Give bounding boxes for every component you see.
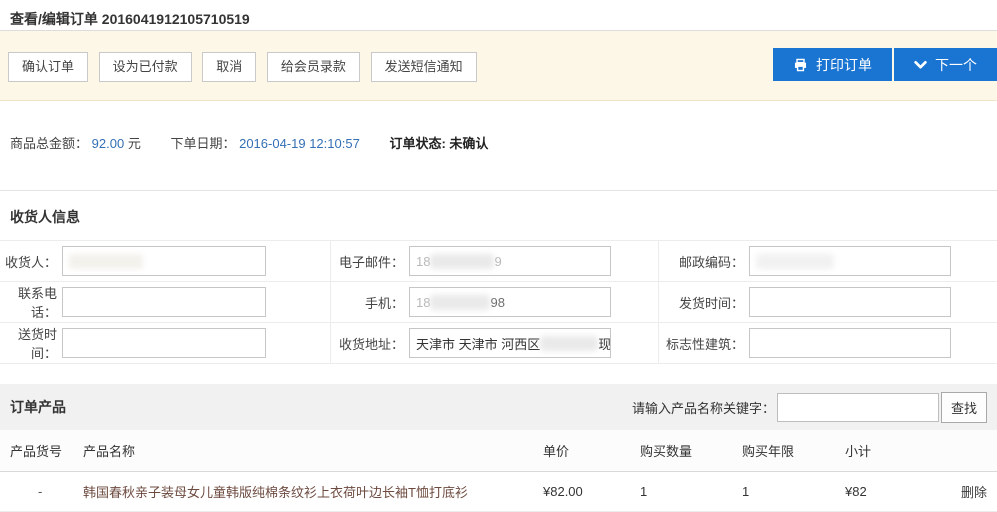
- product-search-bar: 请输入产品名称关键字： 查找: [632, 392, 987, 423]
- redacted-smudge: [540, 336, 598, 351]
- col-header-price: 单价: [543, 441, 640, 460]
- product-table-row: - 韩国春秋亲子装母女儿童韩版纯棉条纹衫上衣荷叶边长袖T恤打底衫 ¥82.00 …: [0, 472, 997, 512]
- product-price: ¥82.00: [543, 484, 640, 499]
- product-name-link[interactable]: 韩国春秋亲子装母女儿童韩版纯棉条纹衫上衣荷叶边长袖T恤打底衫: [83, 485, 468, 500]
- page-title: 查看/编辑订单 2016041912105710519: [10, 11, 250, 27]
- total-amount-unit: 元: [128, 136, 141, 151]
- print-order-button[interactable]: 打印订单: [773, 48, 892, 81]
- address-value-pre: 天津市 天津市 河西区: [416, 334, 540, 353]
- address-label: 收货地址：: [331, 334, 409, 353]
- product-search-input[interactable]: [777, 393, 939, 422]
- products-table: 产品货号 产品名称 单价 购买数量 购买年限 小计 - 韩国春秋亲子装母女儿童韩…: [0, 430, 997, 512]
- print-order-label: 打印订单: [816, 55, 872, 75]
- ship-time-label: 发货时间：: [659, 293, 749, 312]
- product-years: 1: [742, 484, 845, 499]
- redacted-smudge: [430, 254, 494, 269]
- consignee-form: 收货人： 电子邮件： 18 9 邮政编码：: [0, 240, 997, 364]
- mobile-input[interactable]: 18 98: [409, 287, 611, 317]
- phone-label: 联系电话：: [0, 283, 62, 321]
- set-paid-button[interactable]: 设为已付款: [99, 52, 192, 82]
- next-order-button[interactable]: 下一个: [894, 48, 997, 81]
- landmark-label: 标志性建筑：: [659, 334, 749, 353]
- send-sms-button[interactable]: 发送短信通知: [371, 52, 477, 82]
- consignee-name-label: 收货人：: [0, 252, 62, 271]
- chevron-down-icon: [914, 60, 927, 70]
- product-subtotal: ¥82: [845, 484, 945, 499]
- delivery-time-label: 送货时间：: [0, 324, 62, 362]
- printer-icon: [793, 58, 808, 72]
- postcode-label: 邮政编码：: [659, 252, 749, 271]
- ship-time-input[interactable]: [749, 287, 951, 317]
- consignee-section-header: 收货人信息: [0, 191, 997, 240]
- address-value-post: 现: [598, 334, 611, 353]
- postcode-input[interactable]: [749, 246, 951, 276]
- products-table-header: 产品货号 产品名称 单价 购买数量 购买年限 小计: [0, 430, 997, 472]
- member-payment-button[interactable]: 给会员录款: [267, 52, 360, 82]
- total-amount-value: 92.00: [92, 136, 125, 151]
- order-date-label: 下单日期：: [170, 136, 235, 151]
- col-header-sku: 产品货号: [10, 441, 83, 460]
- page-header: 查看/编辑订单 2016041912105710519: [0, 0, 997, 31]
- consignee-section-title: 收货人信息: [10, 209, 80, 225]
- mobile-value-post: 98: [490, 295, 504, 310]
- mobile-value-pre: 18: [416, 295, 430, 310]
- product-search-label: 请输入产品名称关键字：: [632, 398, 775, 417]
- order-summary: 商品总金额： 92.00 元 下单日期： 2016-04-19 12:10:57…: [0, 101, 997, 190]
- redacted-smudge: [69, 254, 143, 269]
- col-header-name: 产品名称: [83, 441, 543, 460]
- product-sku: -: [10, 484, 83, 499]
- confirm-order-button[interactable]: 确认订单: [8, 52, 88, 82]
- consignee-form-row: 送货时间： 收货地址： 天津市 天津市 河西区 现 标志性建筑：: [0, 323, 997, 364]
- redacted-smudge: [430, 295, 490, 310]
- delete-product-link[interactable]: 删除: [961, 485, 987, 500]
- email-value-pre: 18: [416, 254, 430, 269]
- email-input[interactable]: 18 9: [409, 246, 611, 276]
- order-toolbar: 确认订单 设为已付款 取消 给会员录款 发送短信通知 打印订单 下一个: [0, 31, 997, 101]
- total-amount-label: 商品总金额：: [10, 136, 88, 151]
- order-status-label: 订单状态:: [389, 136, 445, 151]
- toolbar-right-group: 打印订单 下一个: [773, 48, 997, 81]
- order-status-value: 未确认: [449, 136, 488, 151]
- email-value-post: 9: [494, 254, 501, 269]
- address-input[interactable]: 天津市 天津市 河西区 现: [409, 328, 611, 358]
- products-section-header: 订单产品 请输入产品名称关键字： 查找: [0, 384, 997, 430]
- next-order-label: 下一个: [935, 55, 977, 75]
- consignee-form-row: 联系电话： 手机： 18 98 发货时间：: [0, 282, 997, 323]
- order-date-value: 2016-04-19 12:10:57: [239, 136, 360, 151]
- product-qty: 1: [640, 484, 742, 499]
- find-button[interactable]: 查找: [941, 392, 987, 423]
- products-section-title: 订单产品: [10, 397, 66, 417]
- col-header-qty: 购买数量: [640, 441, 742, 460]
- cancel-button[interactable]: 取消: [202, 52, 256, 82]
- redacted-smudge: [756, 254, 834, 269]
- email-label: 电子邮件：: [331, 252, 409, 271]
- col-header-subtotal: 小计: [845, 441, 945, 460]
- landmark-input[interactable]: [749, 328, 951, 358]
- mobile-label: 手机：: [331, 293, 409, 312]
- consignee-form-row: 收货人： 电子邮件： 18 9 邮政编码：: [0, 241, 997, 282]
- consignee-name-input[interactable]: [62, 246, 266, 276]
- consignee-section: 收货人信息 收货人： 电子邮件： 18 9 邮政编码：: [0, 190, 997, 364]
- phone-input[interactable]: [62, 287, 266, 317]
- col-header-years: 购买年限: [742, 441, 845, 460]
- delivery-time-input[interactable]: [62, 328, 266, 358]
